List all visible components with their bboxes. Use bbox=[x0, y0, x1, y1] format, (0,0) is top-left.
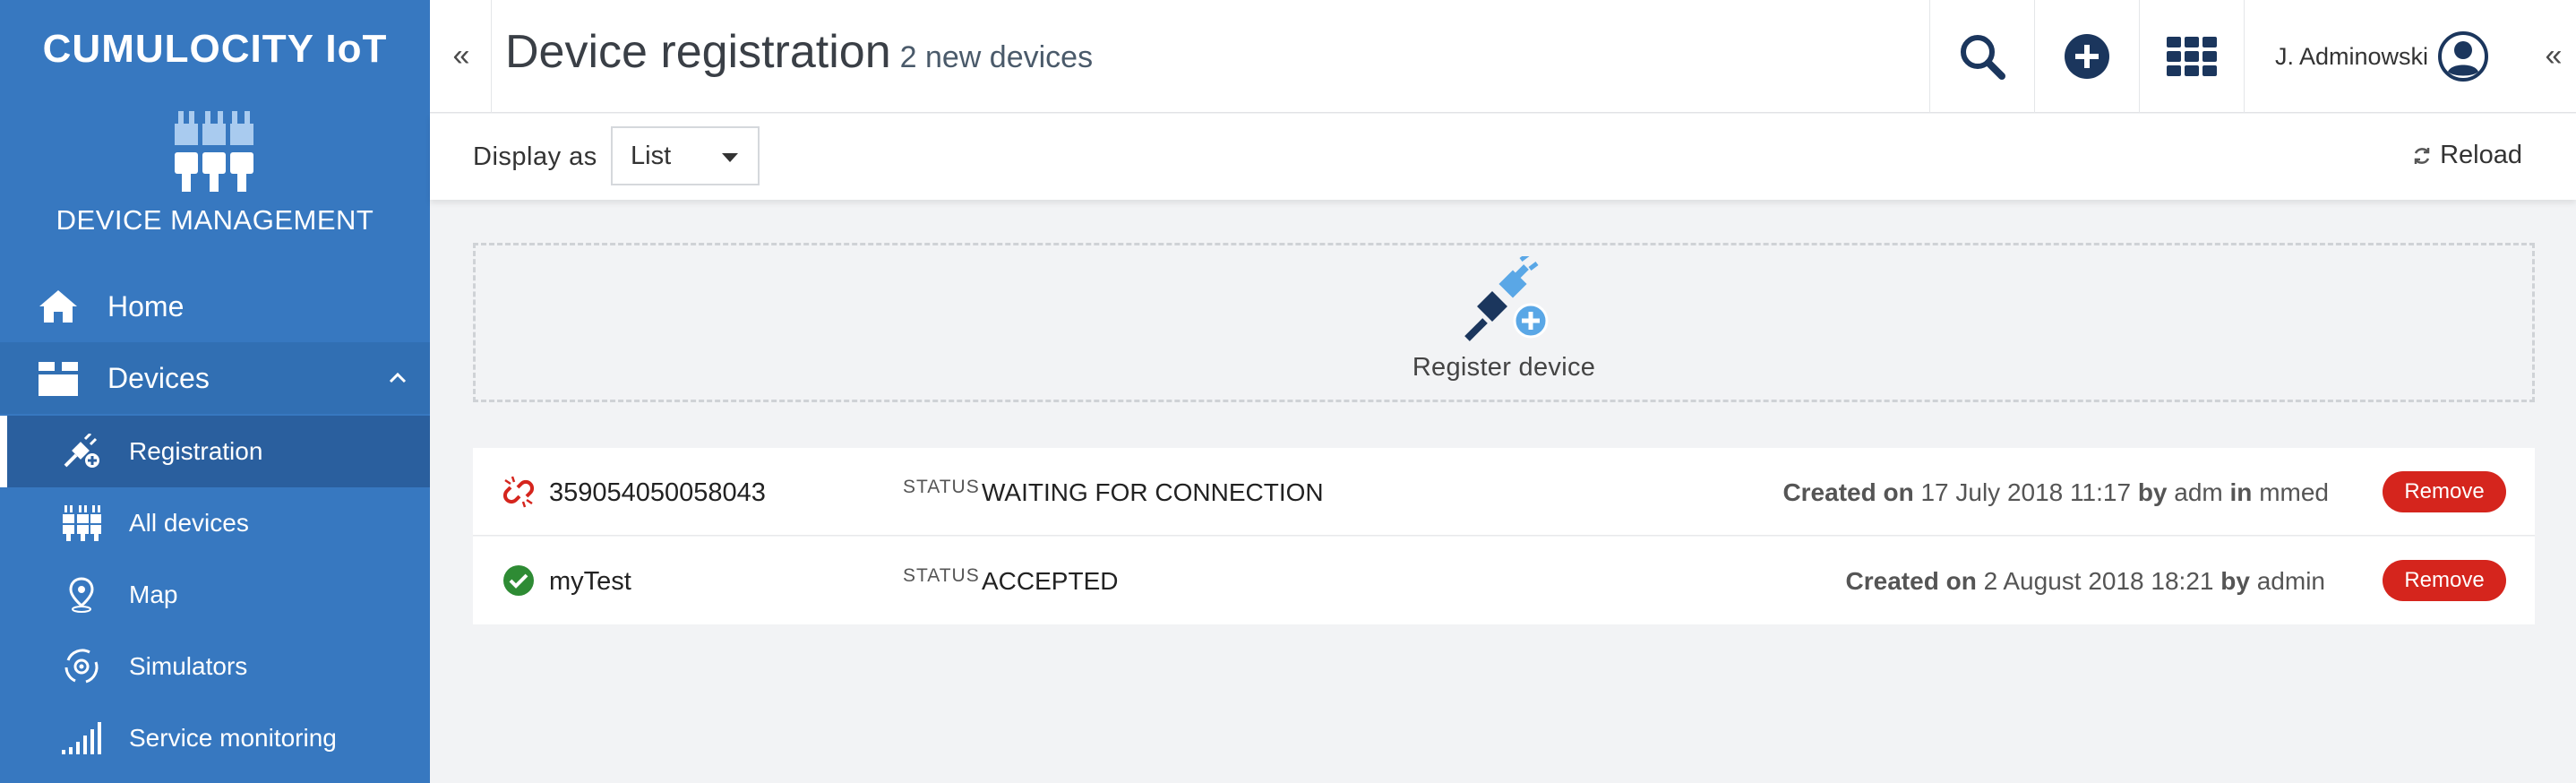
nav-home-label: Home bbox=[107, 289, 185, 323]
device-row: myTest STATUS ACCEPTED Created on 2 Augu… bbox=[473, 537, 2535, 624]
signal-bars-icon bbox=[59, 716, 104, 761]
created-on-label: Created on bbox=[1845, 567, 1977, 595]
nav-home[interactable]: Home bbox=[0, 271, 430, 342]
sidebar: CUMULOCITY IoT DEVICE MANAGEMENT Home De… bbox=[0, 0, 430, 783]
sidebar-item-label: Simulators bbox=[129, 652, 248, 680]
register-device-button[interactable]: Register device bbox=[473, 243, 2535, 402]
page-subtitle: 2 new devices bbox=[899, 40, 1094, 74]
collapse-sidebar-icon[interactable]: « bbox=[448, 38, 475, 73]
page-title-text: Device registration bbox=[505, 26, 891, 78]
by-label: by bbox=[2220, 567, 2250, 595]
reload-button[interactable]: Reload bbox=[2411, 141, 2522, 170]
search-button[interactable] bbox=[1930, 0, 2034, 113]
sidebar-item-label: Service monitoring bbox=[129, 724, 337, 752]
sidebar-item-label: Map bbox=[129, 581, 178, 608]
plug-add-icon bbox=[1464, 256, 1549, 341]
status-key: STATUS bbox=[903, 565, 980, 586]
app-name: DEVICE MANAGEMENT bbox=[56, 204, 374, 236]
check-circle-icon bbox=[503, 565, 534, 596]
device-management-logo-icon bbox=[175, 111, 253, 192]
caret-down-icon bbox=[722, 153, 738, 162]
page-title: Device registration 2 new devices bbox=[505, 25, 1093, 79]
devices-icon bbox=[59, 501, 104, 546]
refresh-icon bbox=[2414, 147, 2430, 164]
sidebar-item-service-monitoring[interactable]: Service monitoring bbox=[0, 702, 430, 774]
status-value: ACCEPTED bbox=[982, 567, 1119, 595]
divider bbox=[2244, 0, 2245, 113]
created-date: 17 July 2018 11:17 bbox=[1920, 478, 2132, 506]
nav-devices-label: Devices bbox=[107, 361, 210, 394]
user-menu[interactable]: J. Adminowski bbox=[2275, 0, 2489, 113]
grid-icon bbox=[2167, 37, 2217, 76]
sidebar-item-registration[interactable]: Registration bbox=[0, 416, 430, 487]
user-name: J. Adminowski bbox=[2275, 42, 2429, 70]
home-icon bbox=[36, 284, 81, 329]
display-as-label: Display as bbox=[473, 142, 597, 171]
register-device-label: Register device bbox=[1412, 353, 1596, 382]
tenant: mmed bbox=[2259, 478, 2329, 506]
collapse-right-panel-icon[interactable]: « bbox=[2540, 38, 2567, 73]
device-name: myTest bbox=[549, 567, 631, 596]
plug-add-icon bbox=[59, 429, 104, 474]
display-as-select[interactable]: List bbox=[611, 126, 760, 185]
sidebar-item-label: All devices bbox=[129, 509, 249, 537]
remove-button[interactable]: Remove bbox=[2383, 560, 2506, 601]
created-on-label: Created on bbox=[1782, 478, 1914, 506]
created-info: Created on 17 July 2018 11:17 by adm in … bbox=[1782, 478, 2329, 507]
device-row: 359054050058043 STATUS WAITING FOR CONNE… bbox=[473, 448, 2535, 536]
status-key: STATUS bbox=[903, 477, 980, 497]
created-by: admin bbox=[2256, 567, 2325, 595]
plus-circle-icon bbox=[2065, 34, 2109, 79]
header: « Device registration 2 new devices J. Ad… bbox=[430, 0, 2576, 113]
search-icon bbox=[1961, 35, 2005, 80]
device-name: 359054050058043 bbox=[549, 478, 766, 507]
brand-title: CUMULOCITY IoT bbox=[42, 27, 388, 71]
sidebar-item-map[interactable]: Map bbox=[0, 559, 430, 631]
in-label: in bbox=[2229, 478, 2253, 506]
created-by: adm bbox=[2174, 478, 2223, 506]
remove-button[interactable]: Remove bbox=[2383, 471, 2506, 512]
sidebar-item-simulators[interactable]: Simulators bbox=[0, 631, 430, 702]
created-date: 2 August 2018 18:21 bbox=[1983, 567, 2214, 595]
divider bbox=[491, 0, 492, 113]
reload-label: Reload bbox=[2440, 141, 2522, 169]
nav-devices[interactable]: Devices bbox=[0, 342, 430, 414]
by-label: by bbox=[2137, 478, 2168, 506]
devices-group-icon bbox=[36, 356, 81, 400]
chevron-up-icon[interactable] bbox=[387, 367, 408, 389]
map-pin-icon bbox=[59, 572, 104, 617]
sidebar-item-all-devices[interactable]: All devices bbox=[0, 487, 430, 559]
toolbar: Display as List Reload bbox=[430, 114, 2576, 200]
add-button[interactable] bbox=[2035, 0, 2139, 113]
status-value: WAITING FOR CONNECTION bbox=[982, 478, 1324, 506]
app-switcher-button[interactable] bbox=[2140, 0, 2244, 113]
broken-link-icon bbox=[502, 476, 535, 508]
simulator-icon bbox=[59, 644, 104, 689]
created-info: Created on 2 August 2018 18:21 by admin bbox=[1846, 567, 2325, 596]
display-as-value: List bbox=[631, 141, 672, 170]
sidebar-item-label: Registration bbox=[129, 437, 263, 465]
user-avatar-icon bbox=[2438, 31, 2489, 82]
